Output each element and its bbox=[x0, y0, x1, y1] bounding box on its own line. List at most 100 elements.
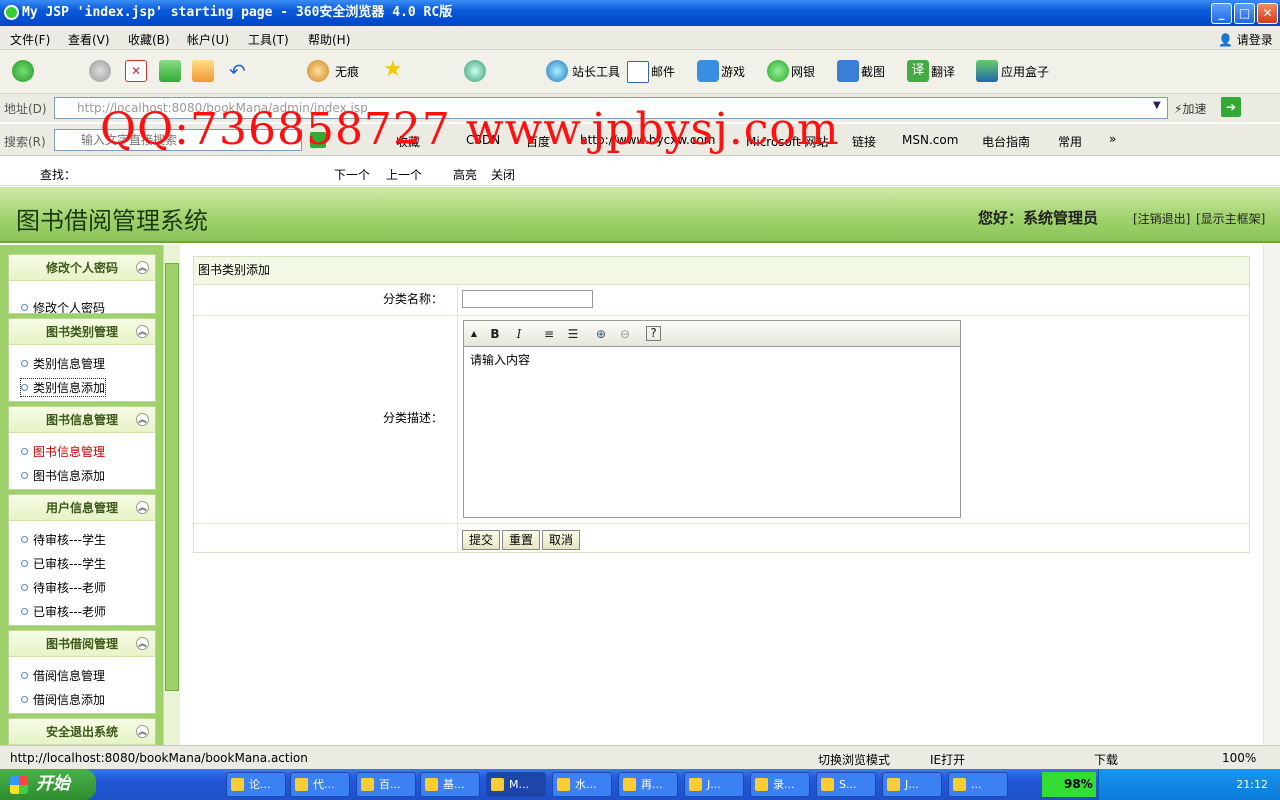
taskbar-item[interactable]: 基... bbox=[420, 772, 480, 797]
close-button[interactable]: ✕ bbox=[1257, 3, 1278, 24]
collapse-icon[interactable]: ︽ bbox=[136, 501, 149, 514]
battery-indicator[interactable]: 98% bbox=[1042, 772, 1096, 797]
start-button[interactable]: 开始 bbox=[0, 769, 96, 800]
menu-favorites[interactable]: 收藏(B) bbox=[128, 31, 170, 48]
taskbar-item[interactable]: 论... bbox=[226, 772, 286, 797]
taskbar-item[interactable]: 代... bbox=[290, 772, 350, 797]
sidebar-item-book-add[interactable]: 图书信息添加 bbox=[21, 467, 105, 484]
games-button[interactable]: 游戏 bbox=[721, 60, 745, 84]
bold-button[interactable]: B bbox=[486, 325, 504, 343]
sidebar-item-approved-teachers[interactable]: 已审核---老师 bbox=[21, 603, 106, 620]
reset-button[interactable]: 重置 bbox=[502, 530, 541, 550]
appbox-button[interactable]: 应用盒子 bbox=[1001, 60, 1049, 84]
sidebar-group-header[interactable]: 用户信息管理 ︽ bbox=[9, 495, 155, 521]
favorite-star-icon[interactable]: ★ bbox=[383, 59, 405, 81]
ordered-list-button[interactable]: ≡ bbox=[540, 325, 558, 343]
notrace-icon[interactable] bbox=[307, 60, 329, 82]
sidebar-item-category-manage[interactable]: 类别信息管理 bbox=[21, 355, 105, 372]
sidebar-scrollbar[interactable] bbox=[163, 245, 180, 745]
sidebar-item-change-password[interactable]: 修改个人密码 bbox=[21, 299, 105, 316]
webmaster-tool-button[interactable]: 站长工具 bbox=[572, 60, 620, 84]
scrollbar-thumb[interactable] bbox=[165, 263, 179, 691]
screenshot-button[interactable]: 截图 bbox=[861, 60, 885, 84]
sidebar-item-approved-students[interactable]: 已审核---学生 bbox=[21, 555, 106, 572]
switch-mode-button[interactable]: 切换浏览模式 bbox=[818, 751, 890, 768]
search-go-icon[interactable] bbox=[310, 132, 326, 148]
sidebar-group-header[interactable]: 图书类别管理 ︽ bbox=[9, 319, 155, 345]
search-input[interactable] bbox=[54, 129, 302, 151]
collapse-icon[interactable]: ︽ bbox=[136, 413, 149, 426]
cancel-button[interactable]: 取消 bbox=[542, 530, 581, 550]
translate-icon[interactable]: 译 bbox=[907, 60, 929, 82]
taskbar-item[interactable]: J... bbox=[684, 772, 744, 797]
forward-icon[interactable] bbox=[89, 60, 111, 82]
bookmarks-more-icon[interactable]: » bbox=[1109, 132, 1116, 146]
taskbar-item[interactable]: M... bbox=[486, 772, 546, 797]
ie-open-button[interactable]: IE打开 bbox=[930, 751, 965, 768]
bookmark-links[interactable]: 链接 bbox=[852, 133, 876, 150]
rich-text-editor[interactable]: ▲ B I ≡ ☰ ⊕ ⊖ ? 请输入内容 bbox=[463, 320, 961, 518]
menu-tools[interactable]: 工具(T) bbox=[248, 31, 289, 48]
collapse-icon[interactable]: ︽ bbox=[136, 637, 149, 650]
taskbar-item[interactable]: 水... bbox=[552, 772, 612, 797]
bookmark-bycxw[interactable]: http://www.bycxw.com bbox=[580, 133, 716, 147]
bookmark-radio-guide[interactable]: 电台指南 bbox=[982, 133, 1030, 150]
menu-view[interactable]: 查看(V) bbox=[68, 31, 110, 48]
category-name-input[interactable] bbox=[462, 290, 593, 308]
bookmark-msn[interactable]: MSN.com bbox=[902, 133, 958, 147]
refresh-icon[interactable] bbox=[159, 60, 181, 82]
editor-handle-icon[interactable]: ▲ bbox=[465, 325, 483, 343]
bookmark-baidu[interactable]: 百度 bbox=[526, 133, 550, 150]
find-highlight-button[interactable]: 高亮 bbox=[453, 166, 477, 183]
sidebar-item-category-add[interactable]: 类别信息添加 bbox=[19, 378, 107, 397]
sidebar-item-pending-students[interactable]: 待审核---学生 bbox=[21, 531, 106, 548]
minimize-button[interactable]: _ bbox=[1211, 3, 1232, 24]
sidebar-group-header[interactable]: 图书借阅管理 ︽ bbox=[9, 631, 155, 657]
help-button[interactable]: ? bbox=[646, 326, 661, 341]
sidebar-item-book-manage[interactable]: 图书信息管理 bbox=[21, 443, 105, 460]
taskbar-item[interactable]: S... bbox=[816, 772, 876, 797]
address-dropdown-icon[interactable]: ▼ bbox=[1153, 100, 1161, 111]
notrace-button[interactable]: 无痕 bbox=[335, 60, 359, 84]
sidebar-group-header[interactable]: 图书信息管理 ︽ bbox=[9, 407, 155, 433]
collapse-icon[interactable]: ︽ bbox=[136, 725, 149, 738]
sidebar-item-pending-teachers[interactable]: 待审核---老师 bbox=[21, 579, 106, 596]
sidebar-group-header[interactable]: 修改个人密码 ︽ bbox=[9, 255, 155, 281]
menu-account[interactable]: 帐户(U) bbox=[187, 31, 229, 48]
games-icon[interactable] bbox=[697, 60, 719, 82]
taskbar-item[interactable]: 再... bbox=[618, 772, 678, 797]
maximize-button[interactable]: □ bbox=[1234, 3, 1255, 24]
collapse-icon[interactable]: ︽ bbox=[136, 325, 149, 338]
mail-icon[interactable] bbox=[627, 61, 649, 83]
taskbar-item[interactable]: 百... bbox=[356, 772, 416, 797]
clock-icon[interactable] bbox=[464, 60, 486, 82]
undo-icon[interactable]: ↶ bbox=[229, 60, 251, 82]
unordered-list-button[interactable]: ☰ bbox=[564, 325, 582, 343]
screenshot-icon[interactable] bbox=[837, 60, 859, 82]
netbank-icon[interactable] bbox=[767, 60, 789, 82]
zoom-level[interactable]: 100% bbox=[1222, 751, 1256, 765]
appbox-icon[interactable] bbox=[976, 60, 998, 82]
download-button[interactable]: 下载 bbox=[1094, 751, 1118, 768]
webmaster-icon[interactable] bbox=[546, 60, 568, 82]
find-close-button[interactable]: 关闭 bbox=[491, 166, 515, 183]
insert-link-button[interactable]: ⊕ bbox=[592, 325, 610, 343]
taskbar-item[interactable]: J... bbox=[882, 772, 942, 797]
sidebar-item-borrow-add[interactable]: 借阅信息添加 bbox=[21, 691, 105, 708]
mail-button[interactable]: 邮件 bbox=[651, 60, 675, 84]
show-main-frame-link[interactable]: [显示主框架] bbox=[1196, 210, 1265, 227]
page-scrollbar[interactable] bbox=[1263, 245, 1280, 745]
address-input[interactable]: http://localhost:8080/bookMana/admin/ind… bbox=[54, 97, 1168, 119]
login-link[interactable]: 👤 请登录 bbox=[1218, 31, 1273, 48]
back-icon[interactable] bbox=[12, 60, 34, 82]
menu-help[interactable]: 帮助(H) bbox=[308, 31, 350, 48]
go-icon[interactable]: ➔ bbox=[1221, 97, 1241, 117]
taskbar-item[interactable]: 录... bbox=[750, 772, 810, 797]
translate-button[interactable]: 翻译 bbox=[931, 60, 955, 84]
logout-link[interactable]: [注销退出] bbox=[1133, 210, 1190, 227]
remove-link-button[interactable]: ⊖ bbox=[616, 325, 634, 343]
find-prev-button[interactable]: 上一个 bbox=[386, 166, 422, 183]
bookmark-csdn[interactable]: CSDN bbox=[466, 133, 500, 147]
sidebar-group-header[interactable]: 安全退出系统 ︽ bbox=[9, 719, 155, 745]
bookmark-microsoft[interactable]: Microsoft 网站 bbox=[746, 133, 828, 150]
